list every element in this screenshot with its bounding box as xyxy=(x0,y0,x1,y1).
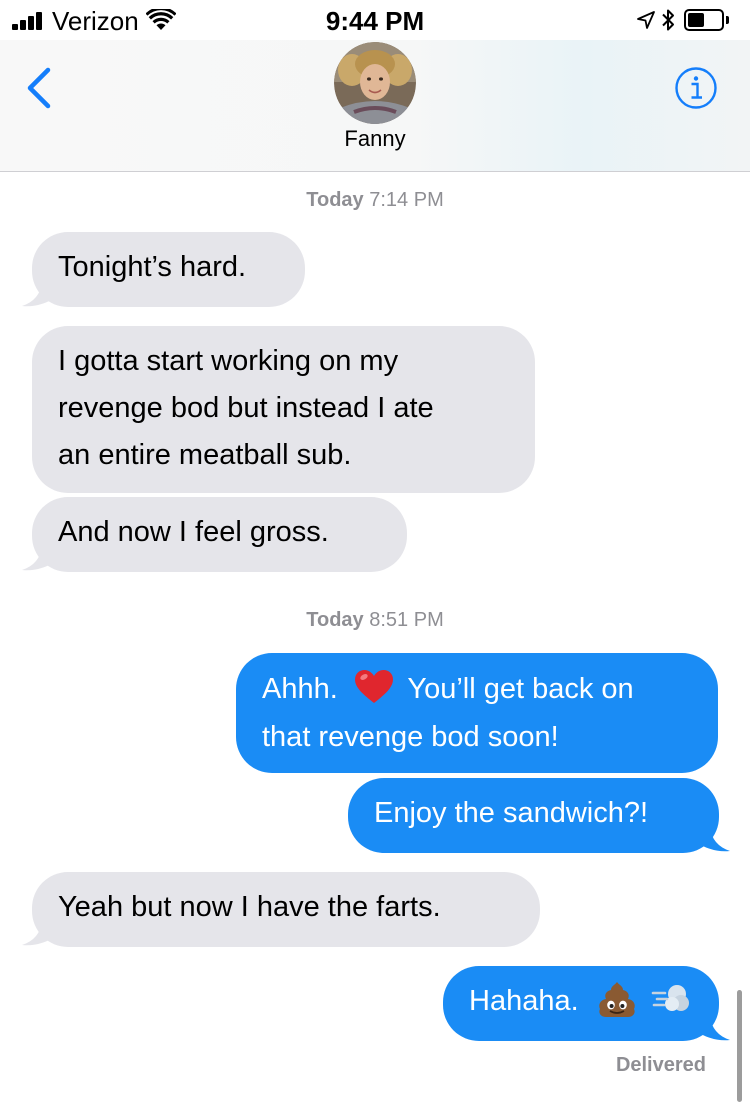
sent-message[interactable]: Hahaha. xyxy=(443,966,719,1041)
message-timestamp: Today 8:51 PM xyxy=(0,608,750,632)
red-heart-emoji-icon xyxy=(354,670,393,704)
timestamp-time: 7:14 PM xyxy=(369,189,444,211)
sent-message[interactable]: Enjoy the sandwich?! xyxy=(348,778,719,853)
message-text: Hahaha. xyxy=(469,985,579,1017)
info-icon[interactable] xyxy=(674,66,718,110)
back-chevron-icon[interactable] xyxy=(24,66,54,110)
message-text: Yeah but now I have the farts. xyxy=(58,891,441,923)
conversation-header: Fanny xyxy=(0,40,750,172)
delivery-status: Delivered xyxy=(615,1054,706,1076)
message-line: I gotta start working on my xyxy=(58,345,399,377)
pile-of-poo-emoji-icon xyxy=(598,982,635,1018)
message-line: revenge bod but instead I ate xyxy=(58,392,434,424)
received-message[interactable]: Tonight’s hard. xyxy=(32,232,305,307)
message-text: You’ll get back on xyxy=(407,673,634,705)
message-text: Enjoy the sandwich?! xyxy=(374,797,649,829)
dashing-away-emoji-icon xyxy=(651,985,689,1012)
timestamp-day: Today xyxy=(306,609,364,631)
message-timestamp: Today 7:14 PM xyxy=(0,188,750,212)
contact-name[interactable]: Fanny xyxy=(0,126,750,152)
contact-avatar[interactable] xyxy=(334,42,416,124)
received-message[interactable]: And now I feel gross. xyxy=(32,497,407,572)
message-text: Ahhh. xyxy=(262,673,338,705)
scrollbar[interactable] xyxy=(737,990,742,1102)
timestamp-time: 8:51 PM xyxy=(369,609,444,631)
message-text: Tonight’s hard. xyxy=(58,251,247,283)
location-arrow-icon xyxy=(637,11,655,29)
received-message[interactable]: Yeah but now I have the farts. xyxy=(32,872,540,947)
received-message[interactable]: I gotta start working on my revenge bod … xyxy=(32,326,535,493)
message-line: an entire meatball sub. xyxy=(58,439,352,471)
battery-icon xyxy=(684,9,724,31)
battery-nub xyxy=(726,16,729,24)
message-text: And now I feel gross. xyxy=(58,516,329,548)
status-bar: Verizon 9:44 PM xyxy=(0,0,750,40)
sent-message[interactable]: Ahhh. You’ll get back on that revenge bo… xyxy=(236,653,718,773)
bluetooth-icon xyxy=(662,9,674,31)
message-line: that revenge bod soon! xyxy=(262,721,559,753)
timestamp-day: Today xyxy=(306,189,364,211)
